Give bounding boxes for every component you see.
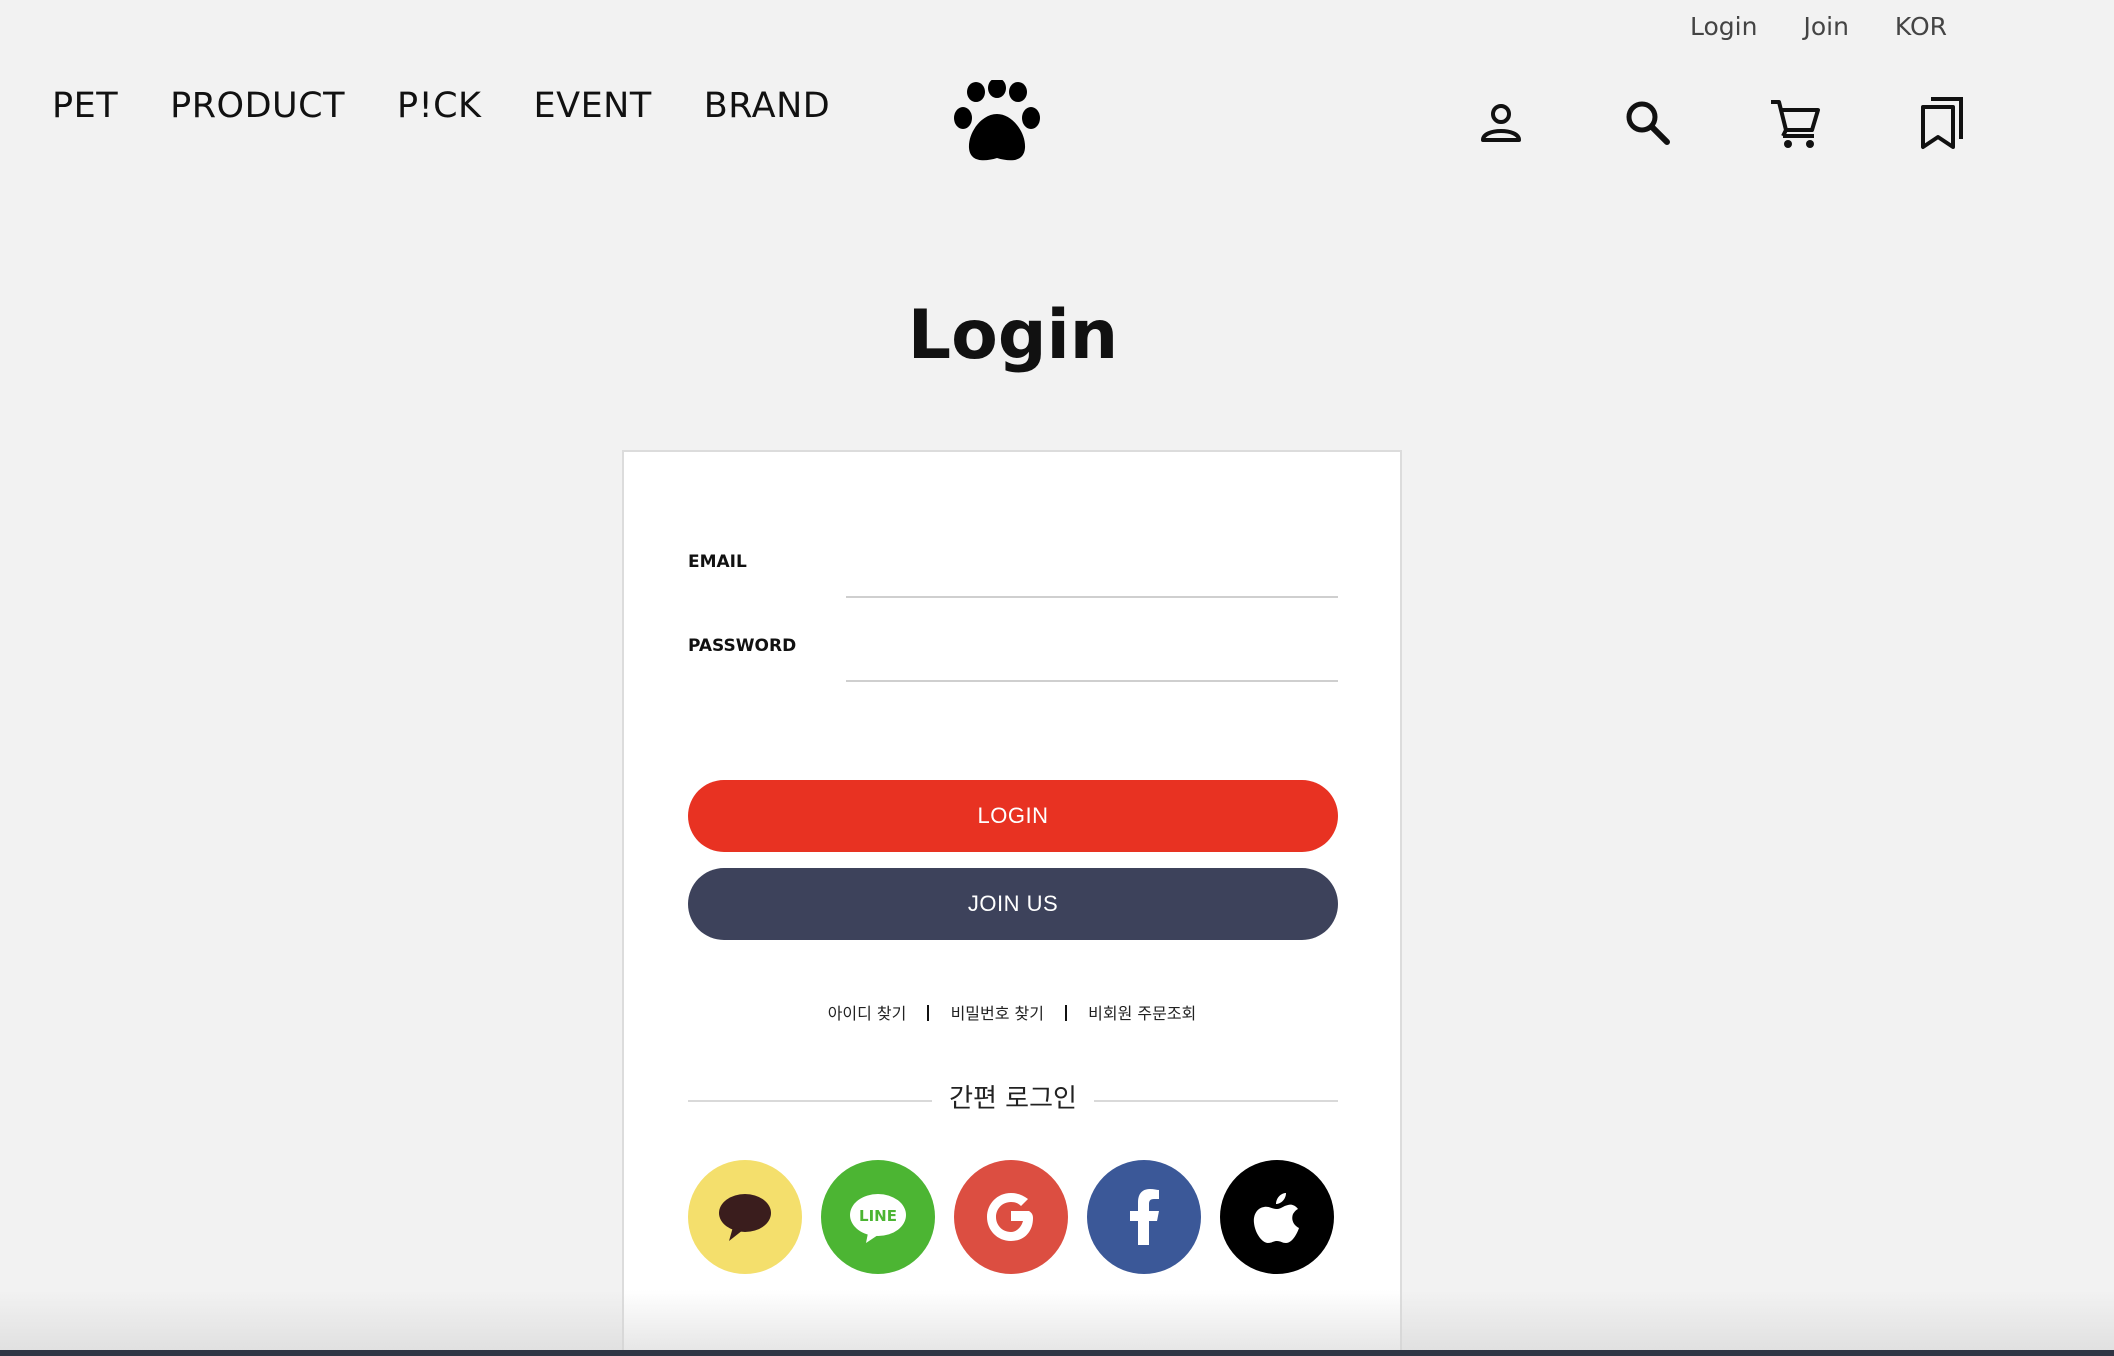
- divider: [927, 1005, 930, 1021]
- paw-logo-icon[interactable]: [952, 78, 1042, 166]
- social-login-buttons: LINE: [688, 1160, 1353, 1274]
- nav-item-event[interactable]: EVENT: [534, 86, 652, 126]
- divider: [1065, 1005, 1068, 1021]
- join-link[interactable]: Join: [1803, 12, 1848, 41]
- find-password-link[interactable]: 비밀번호 찾기: [951, 1004, 1044, 1023]
- password-field[interactable]: [846, 640, 1338, 682]
- language-link[interactable]: KOR: [1895, 12, 1947, 41]
- apple-icon: [1253, 1193, 1299, 1243]
- nav-item-product[interactable]: PRODUCT: [170, 86, 345, 126]
- google-login-button[interactable]: [954, 1160, 1068, 1274]
- search-icon[interactable]: [1617, 92, 1679, 154]
- line-login-button[interactable]: LINE: [821, 1160, 935, 1274]
- login-link[interactable]: Login: [1690, 12, 1757, 41]
- email-field[interactable]: [846, 556, 1338, 598]
- cart-icon[interactable]: [1764, 92, 1826, 154]
- password-label: PASSWORD: [688, 636, 797, 656]
- account-links: 아이디 찾기 비밀번호 찾기 비회원 주문조회: [624, 1000, 1400, 1024]
- login-card: EMAIL PASSWORD LOGIN JOIN US 아이디 찾기 비밀번호…: [622, 450, 1402, 1356]
- nav-item-pick[interactable]: P!CK: [397, 86, 482, 126]
- bookmark-icon[interactable]: [1911, 92, 1973, 154]
- nav-item-brand[interactable]: BRAND: [704, 86, 831, 126]
- login-button[interactable]: LOGIN: [688, 780, 1338, 852]
- find-id-link[interactable]: 아이디 찾기: [828, 1004, 907, 1023]
- line-label: LINE: [859, 1207, 897, 1225]
- password-row: PASSWORD: [688, 636, 1338, 696]
- nav-item-pet[interactable]: PET: [52, 86, 118, 126]
- apple-login-button[interactable]: [1220, 1160, 1334, 1274]
- kakao-icon: [719, 1194, 771, 1241]
- facebook-icon: [1130, 1189, 1159, 1245]
- email-label: EMAIL: [688, 552, 747, 572]
- header-icons: [1470, 92, 2058, 154]
- email-row: EMAIL: [688, 552, 1338, 612]
- page-title: Login: [907, 296, 1119, 375]
- kakao-login-button[interactable]: [688, 1160, 802, 1274]
- guest-order-link[interactable]: 비회원 주문조회: [1088, 1004, 1196, 1023]
- easy-login-title: 간편 로그인: [949, 1084, 1077, 1114]
- easy-login-heading: 간편 로그인: [688, 1078, 1338, 1118]
- line-icon: LINE: [850, 1194, 906, 1243]
- user-icon[interactable]: [1470, 92, 1532, 154]
- divider: [1094, 1100, 1338, 1102]
- window-bottom-edge: [0, 1350, 2114, 1356]
- page-bottom-shade: [0, 1290, 2114, 1356]
- utility-bar: Login Join KOR: [1690, 12, 1993, 41]
- join-us-button[interactable]: JOIN US: [688, 868, 1338, 940]
- main-nav: PET PRODUCT P!CK EVENT BRAND: [52, 86, 882, 126]
- google-icon: [987, 1193, 1033, 1241]
- facebook-login-button[interactable]: [1087, 1160, 1201, 1274]
